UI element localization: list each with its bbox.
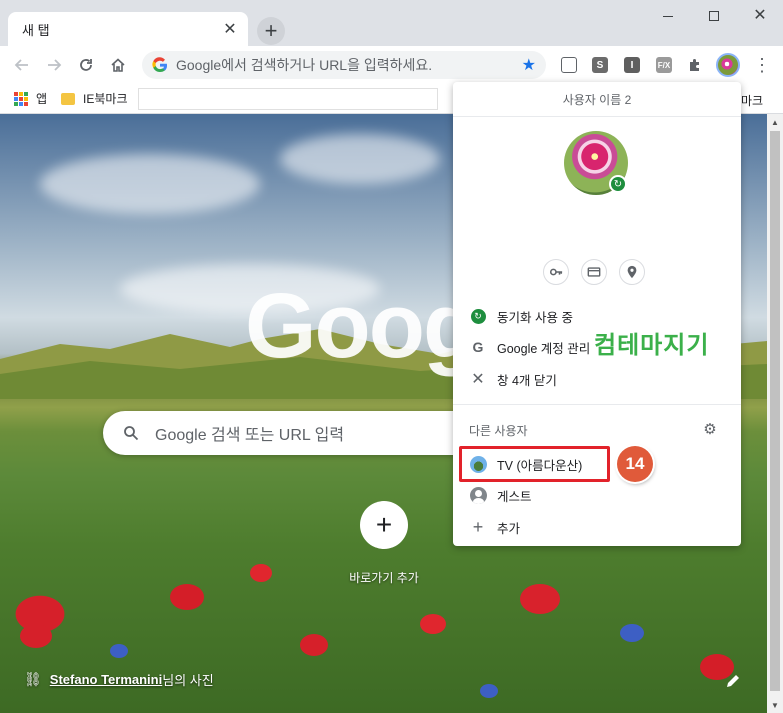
sync-status-label: 동기화 사용 중 — [497, 310, 573, 325]
location-icon — [627, 265, 637, 279]
key-icon — [549, 268, 563, 276]
extension-s-icon[interactable]: S — [592, 57, 608, 73]
sync-icon: ↻ — [470, 308, 486, 324]
cloud — [40, 154, 260, 214]
tab-strip: 새 탭 ✕ + ✕ — [0, 0, 783, 46]
cornflower — [480, 684, 498, 698]
poppy — [520, 584, 560, 614]
puzzle-icon[interactable] — [687, 57, 703, 73]
window-close-button[interactable]: ✕ — [737, 0, 783, 32]
bookmark-blank-area — [137, 87, 438, 110]
extensions-puzzle-glyph — [690, 59, 699, 71]
passwords-button[interactable] — [543, 259, 569, 285]
photo-attribution[interactable]: ⛓ Stefano Termanini 님의 사진 — [24, 670, 214, 689]
bookmark-ie-folder[interactable]: IE북마크 — [61, 90, 128, 107]
other-people-heading: 다른 사용자 — [469, 424, 528, 438]
payment-methods-button[interactable] — [581, 259, 607, 285]
scroll-down-icon[interactable]: ▼ — [767, 697, 783, 713]
tab-new-tab[interactable]: 새 탭 ✕ — [8, 12, 248, 46]
extension-fx-icon[interactable]: F/X — [656, 57, 672, 73]
omnibox-text: Google에서 검색하거나 URL을 입력하세요. — [176, 57, 433, 73]
bookmark-apps[interactable]: 앱 — [14, 90, 47, 107]
home-button[interactable] — [104, 51, 132, 79]
scroll-thumb[interactable] — [770, 131, 780, 691]
guest-icon — [469, 486, 487, 504]
new-tab-button[interactable]: + — [257, 17, 285, 45]
tab-close-icon[interactable]: ✕ — [222, 21, 238, 38]
profile-menu-title: 사용자 이름 2 — [453, 82, 741, 117]
reload-button[interactable] — [72, 51, 100, 79]
forward-button[interactable] — [40, 51, 68, 79]
folder-icon — [61, 92, 76, 105]
step-number-badge: 14 — [617, 446, 653, 482]
add-shortcut-label: 바로가기 추가 — [349, 571, 419, 585]
guest-label: 게스트 — [497, 489, 532, 504]
close-icon: ✕ — [753, 7, 767, 24]
google-g-icon — [152, 57, 168, 73]
home-icon — [111, 58, 125, 72]
maximize-button[interactable] — [691, 0, 737, 32]
add-person-row[interactable]: + 추가 — [453, 512, 741, 542]
manage-account-label: Google 계정 관리 — [497, 341, 591, 356]
customize-button[interactable] — [718, 666, 748, 696]
cornflower — [110, 644, 128, 658]
close-windows-label: 창 4개 닫기 — [497, 373, 557, 388]
card-icon — [587, 267, 601, 277]
omnibox[interactable]: Google에서 검색하거나 URL을 입력하세요. ★ — [142, 51, 546, 79]
poppy — [300, 634, 328, 656]
tab-title: 새 탭 — [22, 22, 50, 38]
plus-icon: + — [472, 516, 484, 537]
poppy — [250, 564, 272, 582]
forward-icon — [48, 59, 62, 71]
attribution-author[interactable]: Stefano Termanini — [50, 672, 162, 687]
add-shortcut-button[interactable]: + — [360, 501, 408, 549]
close-icon: ✕ — [471, 371, 485, 388]
poppy — [20, 624, 52, 648]
back-button[interactable] — [8, 51, 36, 79]
bookmark-ie-label: IE북마크 — [83, 92, 128, 106]
gear-icon[interactable]: ⚙ — [701, 420, 719, 438]
ntp-search-placeholder: Google 검색 또는 URL 입력 — [155, 427, 345, 444]
scroll-up-icon[interactable]: ▲ — [767, 114, 783, 130]
highlight-box — [459, 446, 610, 482]
pencil-icon — [727, 675, 739, 687]
add-person-label: 추가 — [497, 521, 521, 536]
google-g-icon: G — [472, 339, 484, 355]
profile-quick-buttons — [543, 259, 645, 285]
reload-icon — [80, 59, 92, 71]
watermark-text: 컴테마지기 — [594, 332, 710, 359]
page-scrollbar[interactable]: ▲ ▼ — [767, 114, 783, 713]
poppy — [420, 614, 446, 634]
profile-avatar-button[interactable] — [716, 53, 740, 77]
chrome-menu-button[interactable]: ⋮ — [752, 54, 772, 76]
sync-badge-icon: ↻ — [609, 175, 627, 193]
guest-row[interactable]: 게스트 — [453, 480, 741, 510]
apps-grid-icon — [14, 91, 28, 106]
toolbar: Google에서 검색하거나 URL을 입력하세요. ★ S I F/X ⋮ — [0, 46, 783, 84]
minimize-icon — [663, 15, 673, 17]
attribution-suffix: 님의 사진 — [162, 673, 214, 688]
star-icon[interactable]: ★ — [522, 55, 536, 75]
maximize-icon — [709, 11, 719, 21]
bookmark-trailing-text: 마크 — [741, 94, 764, 108]
extension-i-icon[interactable]: I — [624, 57, 640, 73]
profile-menu-divider — [453, 404, 741, 405]
cornflower — [620, 624, 644, 642]
link-icon: ⛓ — [24, 671, 42, 687]
addresses-button[interactable] — [619, 259, 645, 285]
cloud — [280, 134, 440, 184]
close-windows-row[interactable]: ✕ 창 4개 닫기 — [453, 364, 741, 394]
search-icon — [124, 426, 139, 441]
poppy — [170, 584, 204, 610]
bookmark-apps-label: 앱 — [36, 92, 48, 106]
google-logo: Goog — [245, 275, 479, 377]
extension-screen-icon[interactable] — [561, 57, 577, 73]
minimize-button[interactable] — [645, 0, 691, 32]
back-icon — [14, 59, 28, 71]
